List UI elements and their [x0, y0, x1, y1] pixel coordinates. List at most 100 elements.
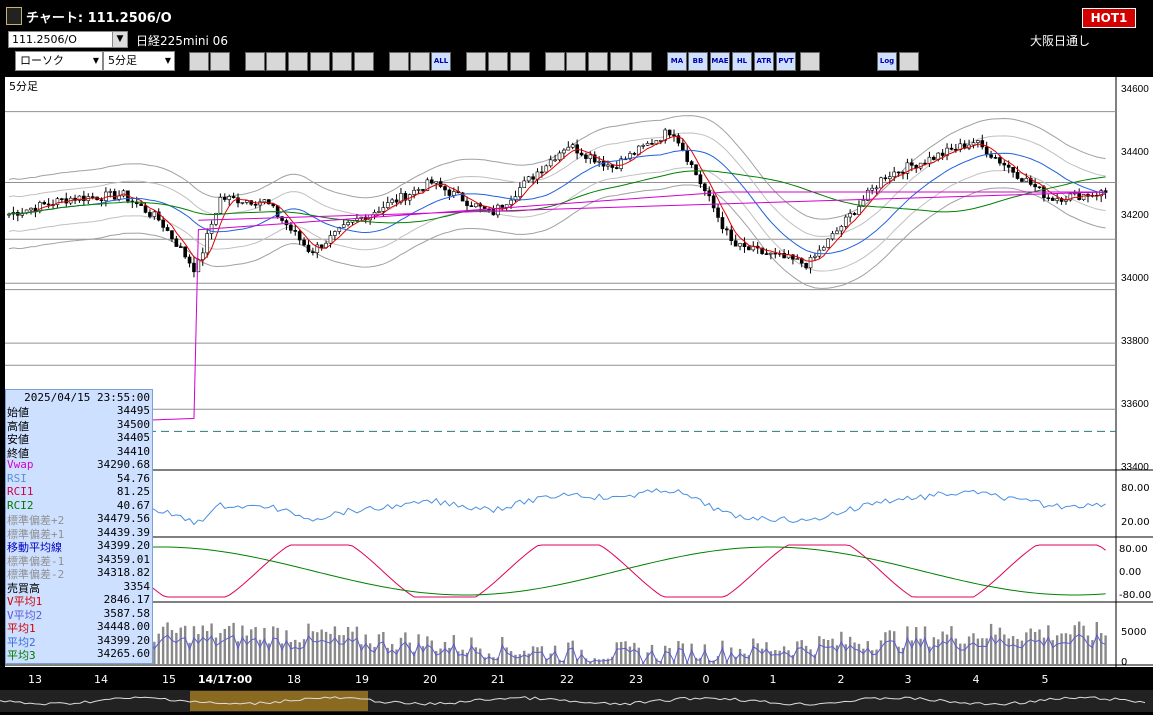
cross-bars-icon[interactable] [610, 52, 630, 71]
overview-canvas[interactable] [0, 690, 1153, 712]
candle-body [518, 187, 522, 197]
export-icon[interactable] [899, 52, 919, 71]
candle-body [1011, 167, 1015, 173]
data-row: 安値 34405 [6, 431, 152, 446]
document-icon[interactable] [332, 52, 352, 71]
atr-icon[interactable]: ATR [754, 52, 774, 71]
candle-body [29, 207, 33, 211]
overview-thumb[interactable] [190, 691, 368, 711]
candle-body [579, 152, 584, 156]
volume-bar [342, 635, 345, 665]
volume-bar [302, 639, 306, 665]
chart-canvas[interactable]: 34600 34400 34200 34000 33800 33600 33400 5分足 80… [5, 77, 1153, 668]
candle-body [293, 230, 298, 232]
cursor-icon[interactable] [288, 52, 308, 71]
symbol-select[interactable]: 111.2506/O ▼ [8, 31, 128, 48]
candle-body [544, 165, 549, 173]
chart-area[interactable]: 34600 34400 34200 34000 33800 33600 33400 5分足 80… [5, 77, 1153, 668]
candle-body [650, 143, 654, 145]
candle-body [1055, 198, 1059, 201]
volume-bar [787, 650, 790, 665]
x-tick-label: 14 [94, 673, 108, 686]
trash-icon[interactable] [354, 52, 374, 71]
chevron-down-icon[interactable]: ▼ [90, 52, 102, 70]
candle-pair2-icon[interactable] [410, 52, 430, 71]
volume-bar [985, 638, 988, 665]
candle-body [60, 198, 64, 200]
volume-bar [311, 631, 315, 665]
volume-bar [1020, 640, 1024, 665]
y-tick-label: 34600 [1121, 84, 1149, 95]
volume-bar [355, 626, 359, 665]
candle-body [143, 205, 148, 213]
pvt-icon[interactable]: PVT [776, 52, 796, 71]
volume-bar [765, 642, 768, 665]
mae-icon[interactable]: MAE [710, 52, 730, 71]
candle-body [729, 229, 734, 242]
data-value: 3354 [123, 579, 151, 593]
volume-bar [809, 649, 812, 665]
candle-body [839, 226, 844, 232]
candle-body [284, 220, 289, 226]
volume-bar [668, 647, 671, 665]
zoom-icon[interactable] [189, 52, 209, 71]
volume-bar [650, 644, 654, 665]
candle-body [139, 203, 143, 206]
volume-bar [848, 636, 852, 665]
chevron-down-icon[interactable]: ▼ [112, 32, 127, 47]
pen-icon[interactable] [266, 52, 286, 71]
chart-type-select[interactable]: ローソク ▼ [15, 51, 103, 71]
disabled-icon[interactable] [632, 52, 652, 71]
candle-pair-icon[interactable] [389, 52, 409, 71]
volume-bar [915, 627, 918, 665]
candle-body [1024, 178, 1029, 182]
candle-body [658, 140, 663, 142]
volume-bar [285, 630, 288, 665]
magnify-icon[interactable] [566, 52, 586, 71]
volume-bar [967, 636, 971, 665]
candle-body [218, 196, 223, 214]
hot-badge[interactable]: HOT1 [1082, 8, 1136, 28]
candle-body [808, 257, 813, 269]
chevron-down-icon[interactable]: ▼ [162, 52, 174, 70]
settings-icon[interactable] [466, 52, 486, 71]
bollinger-lower-1 [8, 167, 1106, 272]
data-row: 標準偏差-2 34318.82 [6, 566, 152, 581]
crosshair-icon[interactable] [210, 52, 230, 71]
candle-body [681, 142, 685, 151]
volume-bar [197, 634, 200, 665]
rotate-icon[interactable] [310, 52, 330, 71]
candle-body [1081, 194, 1086, 200]
volume-bar [690, 643, 693, 665]
trendline-icon[interactable] [245, 52, 265, 71]
candle-body [932, 156, 936, 160]
wrench-icon[interactable] [488, 52, 508, 71]
color-icon[interactable] [510, 52, 530, 71]
box-icon[interactable] [800, 52, 820, 71]
candle-body [874, 187, 879, 190]
candle-body [821, 247, 826, 251]
volume-bar [241, 625, 244, 665]
volume-bar [1007, 638, 1010, 665]
bb-icon[interactable]: BB [688, 52, 708, 71]
ma-icon[interactable]: MA [667, 52, 687, 71]
data-row: 移動平均線 34399.20 [6, 539, 152, 554]
volume-bar [774, 650, 777, 665]
bars-icon[interactable] [588, 52, 608, 71]
volume-bar [941, 631, 944, 665]
x-tick-label: 14/17:00 [198, 673, 253, 686]
candle-body [685, 150, 690, 162]
candle-body [870, 187, 874, 191]
all-icon[interactable]: ALL [431, 52, 451, 71]
candle-body [795, 258, 800, 260]
timeframe-select[interactable]: 5分足 ▼ [103, 51, 175, 71]
hand-icon[interactable] [545, 52, 565, 71]
candle-body [429, 179, 434, 184]
vwap-line [8, 191, 1106, 426]
data-label: 平均3 [7, 649, 36, 662]
volume-bar [571, 640, 574, 665]
overview-scrollbar[interactable] [0, 690, 1153, 712]
volume-bar [796, 641, 799, 665]
hl-icon[interactable]: HL [732, 52, 752, 71]
log-icon[interactable]: Log [877, 52, 897, 71]
